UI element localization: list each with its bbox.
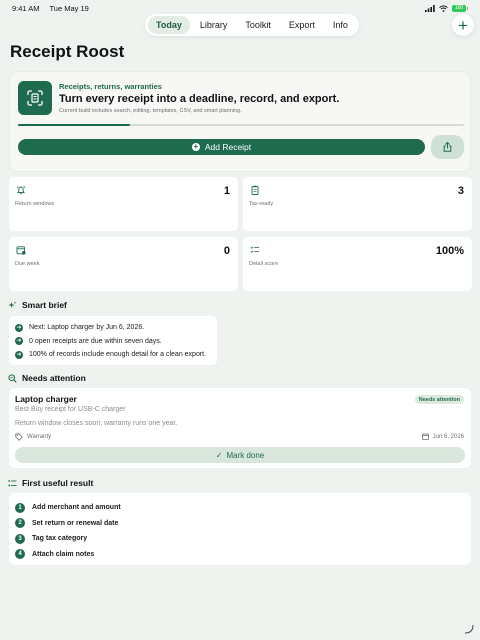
plus-circle-icon: +: [191, 142, 200, 151]
first-result-title: First useful result: [22, 478, 94, 488]
step-item[interactable]: 2 Set return or renewal date: [15, 516, 465, 532]
needs-attention-title: Needs attention: [22, 373, 86, 383]
magnifier-icon: [8, 373, 17, 383]
brief-item: ➜ Next: Laptop charger by Jun 6, 2026.: [15, 321, 211, 335]
top-tab-bar: Today Library Toolkit Export Info: [145, 14, 359, 36]
attention-item-title: Laptop charger: [15, 394, 77, 404]
tab-today[interactable]: Today: [148, 16, 190, 34]
stat-value: 100%: [435, 245, 464, 257]
arrow-right-icon: ➜: [15, 337, 23, 346]
step-item[interactable]: 1 Add merchant and amount: [15, 500, 465, 516]
first-result-heading: First useful result: [8, 478, 93, 488]
add-receipt-button[interactable]: + Add Receipt: [18, 139, 425, 155]
stat-value: 0: [223, 245, 230, 257]
attention-card[interactable]: Laptop charger Needs attention Best Buy …: [9, 388, 471, 468]
stat-value: 3: [457, 185, 464, 197]
attention-item-description: Return window closes soon; warranty runs…: [15, 420, 178, 427]
step-label: Attach claim notes: [32, 550, 95, 558]
stat-value: 1: [223, 185, 230, 197]
stat-card-tax-ready[interactable]: 3 Tax-ready: [243, 177, 472, 231]
signal-icon: [425, 4, 435, 12]
battery-icon: 100: [452, 4, 468, 12]
stat-label: Due week: [15, 261, 40, 267]
step-number: 2: [15, 518, 25, 529]
step-item[interactable]: 4 Attach claim notes: [15, 547, 465, 563]
arrow-right-icon: ➜: [15, 323, 23, 332]
needs-attention-heading: Needs attention: [8, 373, 86, 383]
share-button[interactable]: [431, 135, 464, 159]
status-left: 9:41 AM Tue May 19: [12, 4, 97, 13]
share-icon: [443, 142, 452, 152]
sparkles-icon: [8, 301, 17, 308]
hero-progress-bar: [18, 124, 464, 126]
hero-subtitle: Current build includes search, editing, …: [59, 108, 242, 114]
hero-eyebrow: Receipts, returns, warranties: [59, 82, 162, 91]
attention-item-subtitle: Best Buy receipt for USB-C charger: [15, 406, 126, 413]
add-button[interactable]: +: [452, 14, 474, 36]
attention-item-date: Jun 6, 2026: [421, 433, 464, 440]
receipt-scan-icon: [18, 81, 52, 115]
status-badge: Needs attention: [414, 395, 464, 404]
smart-brief-card: ➜ Next: Laptop charger by Jun 6, 2026. ➜…: [9, 316, 217, 365]
hero-headline: Turn every receipt into a deadline, reco…: [59, 93, 340, 105]
status-time: 9:41 AM: [12, 3, 40, 13]
checkmark-icon: ✓: [215, 450, 223, 460]
tab-toolkit[interactable]: Toolkit: [237, 16, 279, 34]
page-title: Receipt Roost: [10, 42, 125, 61]
brief-item: ➜ 100% of records include enough detail …: [15, 348, 211, 362]
attention-item-tag: Warranty: [15, 433, 51, 441]
tag-icon: [15, 433, 23, 441]
wifi-icon: [439, 4, 448, 12]
stat-label: Tax-ready: [249, 201, 274, 207]
hero-card: Receipts, returns, warranties Turn every…: [9, 71, 471, 172]
date-label: Jun 6, 2026: [432, 433, 464, 440]
brief-item-text: Next: Laptop charger by Jun 6, 2026.: [29, 324, 145, 332]
tab-library[interactable]: Library: [192, 16, 236, 34]
first-result-card: 1 Add merchant and amount 2 Set return o…: [9, 493, 471, 565]
step-number: 1: [15, 502, 25, 513]
step-number: 3: [15, 533, 25, 544]
brief-item-text: 0 open receipts are due within seven day…: [29, 337, 162, 345]
resize-handle-icon[interactable]: [464, 624, 474, 634]
smart-brief-heading: Smart brief: [8, 300, 67, 310]
add-receipt-label: Add Receipt: [204, 142, 252, 152]
stat-card-due-week[interactable]: 0 Due week: [9, 237, 238, 291]
hero-progress-fill: [18, 124, 130, 126]
smart-brief-title: Smart brief: [22, 300, 67, 310]
calendar-icon: [16, 246, 26, 255]
tab-info[interactable]: Info: [325, 16, 356, 34]
status-right: 100: [425, 4, 468, 12]
arrow-right-icon: ➜: [15, 350, 23, 359]
stat-label: Detail score: [249, 261, 279, 267]
step-label: Set return or renewal date: [32, 519, 119, 527]
checklist-icon: [250, 246, 259, 253]
mark-done-label: Mark done: [226, 450, 265, 460]
list-icon: [8, 479, 17, 486]
brief-item: ➜ 0 open receipts are due within seven d…: [15, 335, 211, 349]
stat-card-return-windows[interactable]: 1 Return windows: [9, 177, 238, 231]
tab-export[interactable]: Export: [281, 16, 323, 34]
step-label: Tag tax category: [32, 535, 88, 543]
bell-icon: [16, 186, 26, 195]
tag-label: Warranty: [27, 434, 52, 440]
clipboard-icon: [251, 185, 259, 195]
step-number: 4: [15, 549, 25, 560]
status-date: Tue May 19: [49, 3, 89, 13]
calendar-icon: [421, 433, 429, 440]
mark-done-button[interactable]: ✓ Mark done: [15, 447, 465, 463]
stat-label: Return windows: [15, 201, 55, 207]
stat-card-detail-score[interactable]: 100% Detail score: [243, 237, 472, 291]
brief-item-text: 100% of records include enough detail fo…: [29, 351, 207, 359]
step-item[interactable]: 3 Tag tax category: [15, 531, 465, 547]
step-label: Add merchant and amount: [32, 504, 121, 512]
